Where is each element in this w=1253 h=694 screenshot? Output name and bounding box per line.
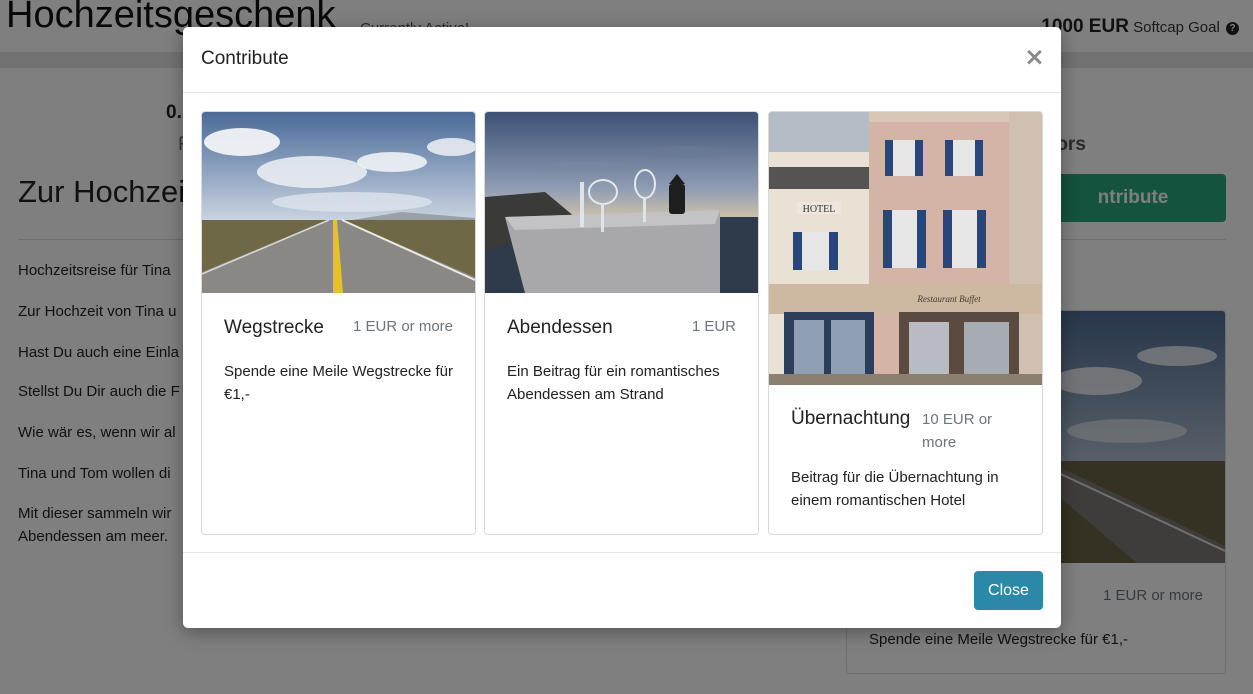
close-icon[interactable]: × bbox=[1024, 43, 1045, 71]
svg-text:HOTEL: HOTEL bbox=[803, 204, 836, 215]
reward-price: 10 EUR or more bbox=[922, 411, 993, 451]
modal-title: Contribute bbox=[201, 48, 289, 69]
road-image bbox=[202, 112, 475, 293]
reward-price: 1 EUR or more bbox=[352, 318, 453, 335]
modal-footer: Close bbox=[183, 552, 1061, 628]
reward-card-abendessen[interactable]: Abendessen 1 EUR Ein Beitrag für ein rom… bbox=[484, 111, 759, 535]
reward-card-uebernachtung[interactable]: HOTEL Restaurant Buffet Übernachtung 10 … bbox=[768, 111, 1043, 535]
contribute-modal: Contribute × Wegstrecke 1 EUR or more Sp… bbox=[183, 27, 1061, 628]
reward-card-wegstrecke[interactable]: Wegstrecke 1 EUR or more Spende eine Mei… bbox=[201, 111, 476, 535]
reward-title: Abendessen bbox=[507, 317, 613, 338]
reward-title: Wegstrecke bbox=[224, 317, 324, 338]
close-button[interactable]: Close bbox=[974, 571, 1043, 610]
svg-text:Restaurant Buffet: Restaurant Buffet bbox=[916, 294, 981, 304]
beach-dinner-image bbox=[485, 112, 758, 293]
reward-title: Übernachtung bbox=[791, 408, 911, 429]
reward-price: 1 EUR bbox=[691, 318, 736, 335]
hotel-image: HOTEL Restaurant Buffet bbox=[769, 112, 1042, 385]
reward-description: Ein Beitrag für ein romantisches Abendes… bbox=[507, 363, 720, 403]
reward-description: Spende eine Meile Wegstrecke für €1,- bbox=[224, 363, 454, 403]
reward-description: Beitrag für die Übernachtung in einem ro… bbox=[791, 469, 999, 509]
modal-header: Contribute × bbox=[183, 27, 1061, 93]
